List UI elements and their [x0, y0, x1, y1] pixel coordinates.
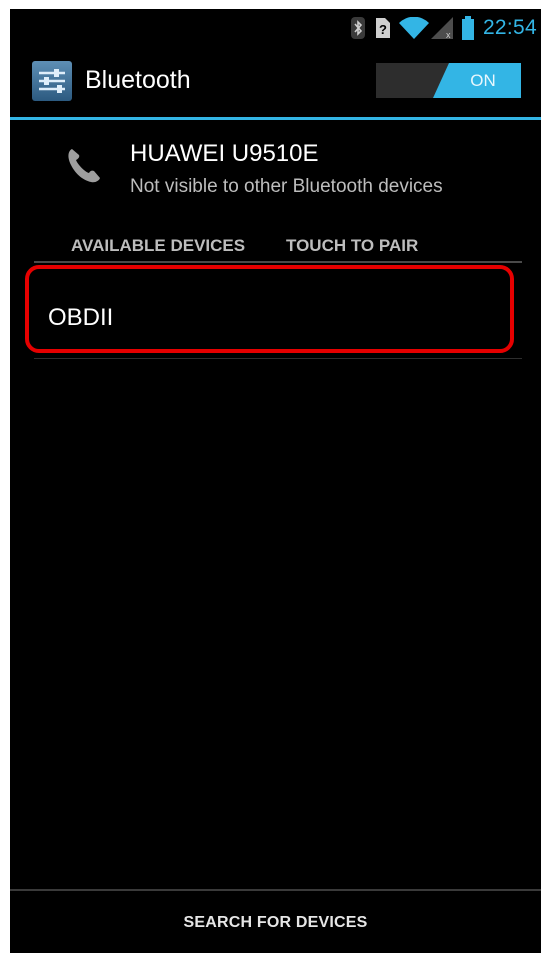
list-item-obdii[interactable]: OBDII [34, 268, 522, 358]
page-title: Bluetooth [85, 66, 191, 94]
wifi-icon [398, 16, 429, 39]
bluetooth-icon [350, 16, 365, 39]
svg-text:?: ? [379, 22, 387, 37]
device-visibility-text: Not visible to other Bluetooth devices [130, 176, 443, 197]
search-button-label: SEARCH FOR DEVICES [183, 914, 368, 931]
device-screen: ? x 22:54 Bluetooth ON HUAWEI U9510E Not… [10, 9, 541, 953]
device-item-label: OBDII [48, 304, 114, 331]
toggle-on-label: ON [433, 63, 521, 98]
search-for-devices-button[interactable]: SEARCH FOR DEVICES [10, 889, 541, 953]
action-bar: Bluetooth ON [10, 46, 541, 120]
signal-icon: x [430, 16, 453, 39]
phone-icon [64, 145, 104, 190]
settings-icon[interactable] [32, 61, 72, 101]
svg-text:x: x [446, 30, 451, 39]
available-devices-header: AVAILABLE DEVICES TOUCH TO PAIR [34, 231, 522, 263]
unknown-sim-icon: ? [374, 17, 390, 38]
device-name: HUAWEI U9510E [130, 140, 319, 167]
own-device-row[interactable]: HUAWEI U9510E Not visible to other Bluet… [10, 120, 541, 210]
battery-icon [461, 15, 474, 40]
status-bar: ? x 22:54 [10, 9, 541, 46]
touch-to-pair-label: TOUCH TO PAIR [286, 236, 419, 255]
available-devices-label: AVAILABLE DEVICES [71, 236, 246, 255]
bluetooth-toggle[interactable]: ON [376, 63, 521, 98]
divider [34, 358, 522, 359]
clock-time: 22:54 [482, 15, 537, 39]
